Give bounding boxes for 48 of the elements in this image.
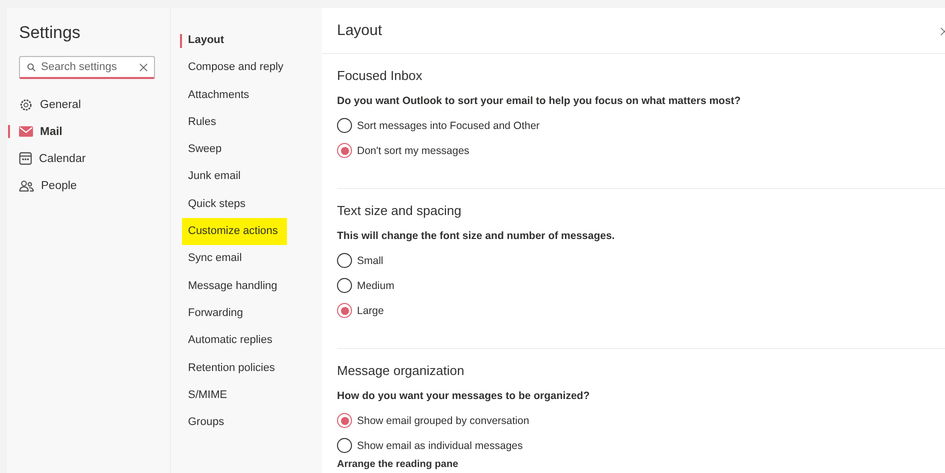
radio-button[interactable]: [337, 118, 352, 133]
subnav-item[interactable]: Quick steps: [171, 190, 256, 218]
search-icon: [27, 63, 36, 72]
radio-button[interactable]: [337, 303, 352, 318]
radio-button[interactable]: [337, 278, 352, 293]
radio-button[interactable]: [337, 438, 352, 453]
radio-button[interactable]: [337, 413, 352, 428]
settings-title: Settings: [19, 23, 82, 43]
category-item[interactable]: Calendar: [19, 145, 170, 172]
radio-button[interactable]: [337, 143, 352, 158]
subnav-item[interactable]: Groups: [171, 409, 234, 436]
subnav-item[interactable]: Attachments: [171, 82, 260, 109]
subnav-item[interactable]: Automatic replies: [171, 327, 282, 355]
radio-option[interactable]: Large: [337, 298, 384, 323]
clear-icon[interactable]: [139, 63, 148, 72]
radio-button[interactable]: [337, 253, 352, 268]
search-field[interactable]: Search settings: [19, 56, 155, 79]
people-icon: [19, 180, 34, 192]
section-question: How do you want your messages to be organized?: [337, 390, 591, 402]
subnav-item[interactable]: Retention policies: [171, 354, 285, 382]
subnav-item[interactable]: Junk email: [171, 163, 251, 191]
subnav-item[interactable]: Sync email: [171, 245, 252, 273]
subnav-item[interactable]: Forwarding: [171, 300, 254, 328]
page-title: Layout: [337, 22, 382, 39]
radio-option[interactable]: Don't sort my messages: [337, 138, 470, 163]
section-question: Arrange the reading pane: [337, 459, 460, 470]
subnav-item[interactable]: Customize actions: [182, 218, 287, 246]
subnav-item[interactable]: Message handling: [171, 272, 288, 300]
radio-option[interactable]: Sort messages into Focused and Other: [337, 113, 540, 138]
subnav-item[interactable]: S/MIME: [171, 382, 238, 410]
section-heading: Text size and spacing: [337, 203, 462, 218]
section-question: Do you want Outlook to sort your email to help you focus on what matters most?: [337, 95, 742, 107]
category-item[interactable]: People: [19, 172, 170, 199]
radio-option[interactable]: Medium: [337, 273, 394, 298]
section-heading: Focused Inbox: [337, 68, 424, 83]
radio-option[interactable]: Show email as individual messages: [337, 433, 523, 458]
section-question: This will change the font size and number of messages.: [337, 230, 616, 242]
radio-option[interactable]: Small: [337, 248, 384, 273]
section-heading: Message organization: [337, 363, 466, 378]
subnav-item[interactable]: Rules: [171, 108, 226, 136]
gear-icon: [19, 98, 33, 112]
radio-option[interactable]: Show email grouped by conversation: [337, 408, 530, 433]
category-item[interactable]: General: [19, 91, 170, 118]
subnav-item[interactable]: Compose and reply: [171, 54, 294, 82]
subnav-item[interactable]: Sweep: [171, 136, 232, 164]
mail-icon: [19, 126, 33, 137]
calendar-icon: [19, 152, 32, 165]
subnav-item[interactable]: Layout: [171, 27, 234, 54]
